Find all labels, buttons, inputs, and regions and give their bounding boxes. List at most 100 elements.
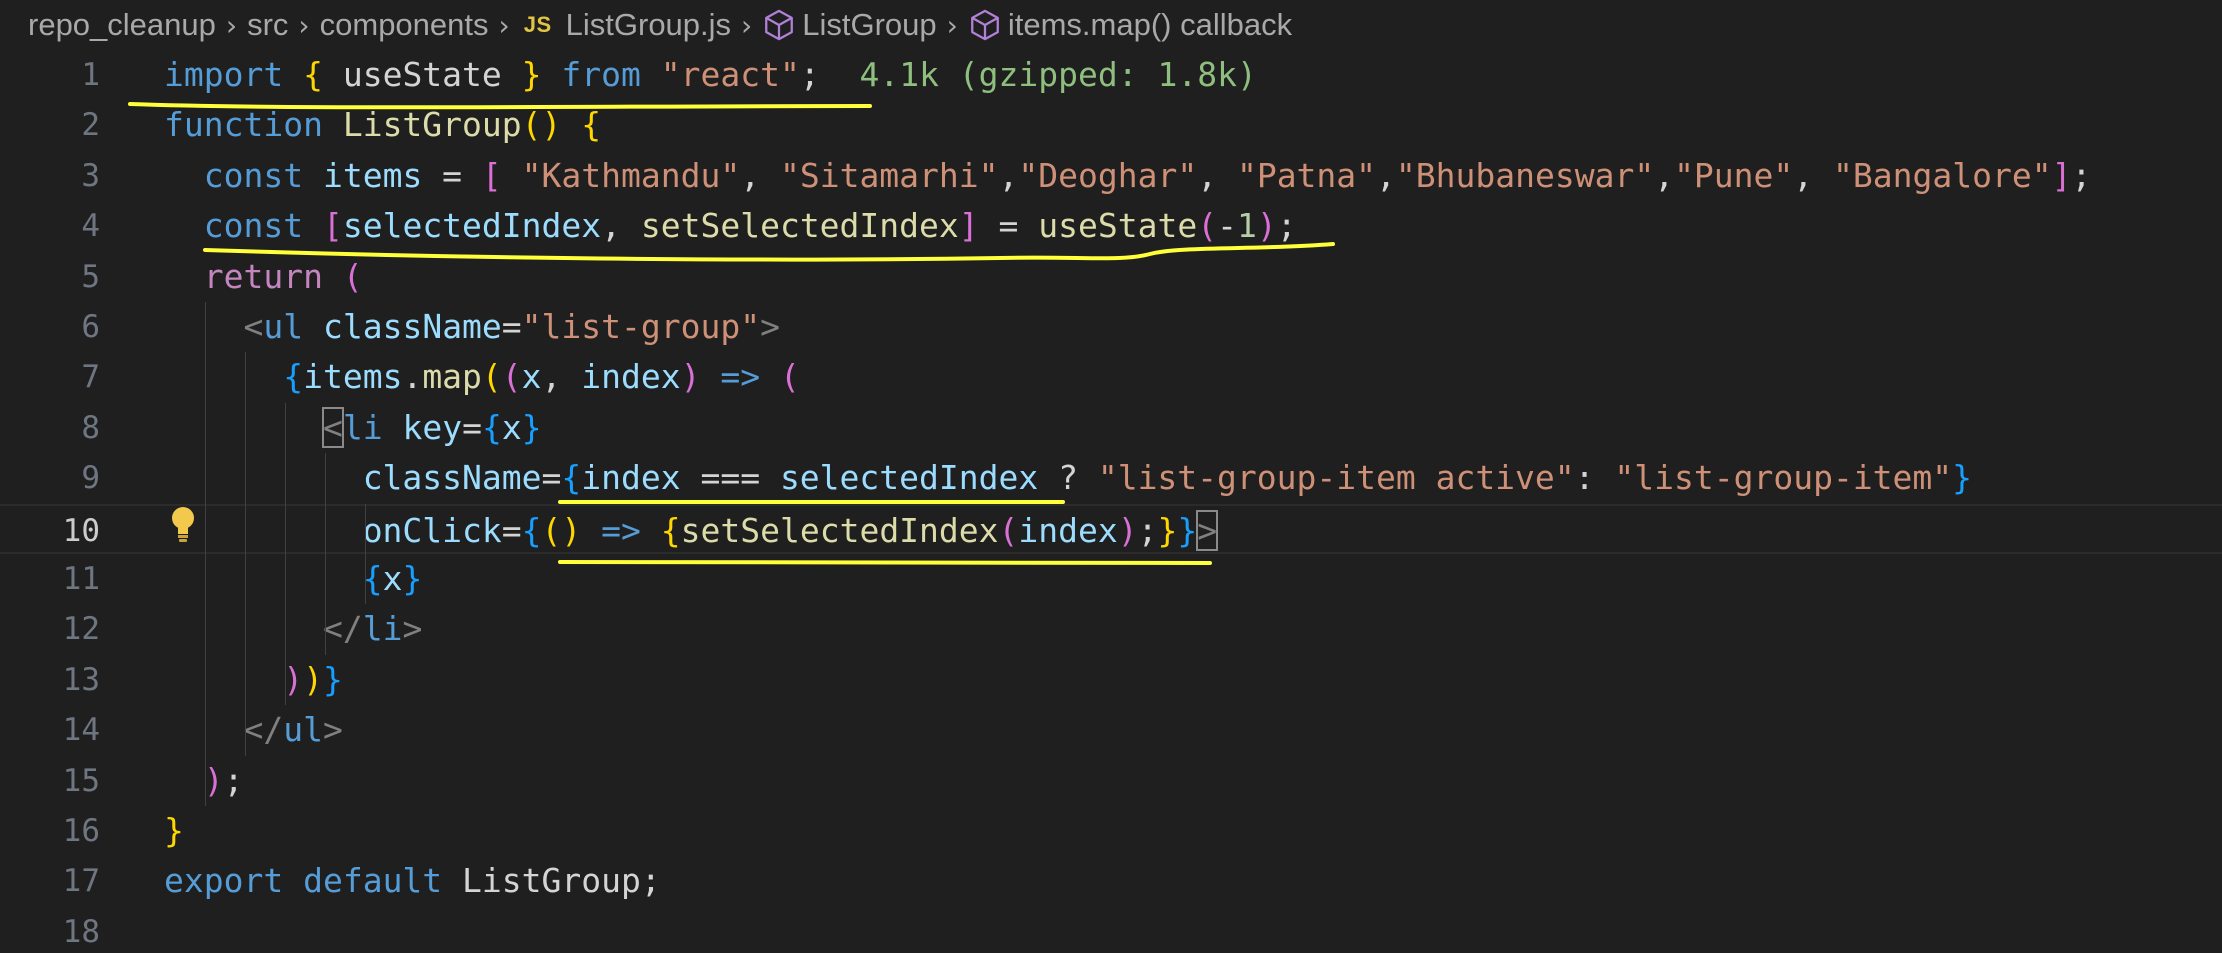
code-text[interactable]: className={index === selectedIndex ? "li… xyxy=(164,453,1972,503)
code-token: ; xyxy=(2071,155,2092,195)
line-number: 1 xyxy=(81,57,100,93)
code-token: useState xyxy=(322,55,522,94)
code-token: from xyxy=(561,55,641,94)
code-token: ( xyxy=(780,357,800,397)
code-token: = xyxy=(541,458,562,498)
code-line[interactable]: 11 {x} xyxy=(0,554,2222,604)
code-text[interactable]: ))} xyxy=(164,655,343,705)
code-token: { xyxy=(660,510,681,550)
line-number: 5 xyxy=(81,258,100,295)
code-line[interactable]: 8 <li key={x} xyxy=(0,403,2222,453)
code-text[interactable]: export default ListGroup; xyxy=(164,856,661,906)
indent-guide xyxy=(365,503,366,605)
code-line[interactable]: 18 xyxy=(0,907,2222,953)
code-text[interactable]: import { useState } from "react"; 4.1k (… xyxy=(164,50,1257,100)
code-token: ; xyxy=(640,861,661,901)
code-text[interactable]: <li key={x} xyxy=(164,403,542,453)
code-token: index xyxy=(581,357,681,397)
code-text[interactable]: const [selectedIndex, setSelectedIndex] … xyxy=(164,201,1297,251)
code-line[interactable]: 7 {items.map((x, index) => ( xyxy=(0,352,2222,402)
code-line[interactable]: 3 const items = [ "Kathmandu", "Sitamarh… xyxy=(0,151,2222,201)
code-line[interactable]: 1 import { useState } from "react"; 4.1k … xyxy=(0,50,2222,100)
code-line[interactable]: 6 <ul className="list-group"> xyxy=(0,302,2222,352)
code-token: useState xyxy=(1038,206,1198,246)
line-number: 2 xyxy=(81,107,100,144)
breadcrumb-separator: › xyxy=(741,8,753,42)
code-line[interactable]: 9 className={index === selectedIndex ? "… xyxy=(0,453,2222,503)
breadcrumb: repo_cleanup › src › components › JS ListGroup.… xyxy=(28,0,1292,50)
code-line[interactable]: 14 </ul> xyxy=(0,705,2222,755)
line-number: 10 xyxy=(62,512,100,549)
code-token: , xyxy=(541,357,582,397)
breadcrumb-item[interactable]: components xyxy=(320,7,489,43)
code-line[interactable]: 15 ); xyxy=(0,756,2222,806)
line-number: 15 xyxy=(62,762,100,799)
indent-guide xyxy=(325,453,326,655)
code-token: ; xyxy=(1276,206,1297,246)
breadcrumb-label: items.map() callback xyxy=(1007,7,1293,42)
code-token: { xyxy=(481,407,502,447)
code-text[interactable]: {items.map((x, index) => ( xyxy=(164,352,800,402)
code-line[interactable]: 10 onClick={() => {setSelectedIndex(inde… xyxy=(0,503,2222,556)
code-token: ) xyxy=(283,659,304,699)
lightbulb-icon[interactable] xyxy=(168,504,198,544)
code-token: => xyxy=(720,357,761,397)
code-line[interactable]: 4 const [selectedIndex, setSelectedIndex… xyxy=(0,201,2222,251)
code-token: , xyxy=(601,206,641,246)
code-text[interactable]: } xyxy=(164,806,184,856)
line-number: 13 xyxy=(62,661,100,698)
breadcrumb-label: ListGroup xyxy=(802,7,937,42)
breadcrumb-label: repo_cleanup xyxy=(28,7,216,42)
code-token: ) xyxy=(1256,206,1277,246)
code-token: ] xyxy=(958,206,979,246)
code-text[interactable]: </li> xyxy=(164,604,422,654)
code-token: "Pune" xyxy=(1674,155,1794,195)
code-token: li xyxy=(362,609,403,649)
code-token: setSelectedIndex xyxy=(680,510,999,550)
breadcrumb-item[interactable]: repo_cleanup xyxy=(28,7,216,43)
code-line[interactable]: 13 ))} xyxy=(0,655,2222,705)
code-token: ) xyxy=(1117,510,1138,550)
code-token: < xyxy=(321,406,344,448)
code-text[interactable]: const items = [ "Kathmandu", "Sitamarhi"… xyxy=(164,151,2092,201)
code-token: items xyxy=(322,155,423,195)
code-text[interactable]: function ListGroup() { xyxy=(164,100,601,150)
code-text[interactable]: return ( xyxy=(164,252,363,302)
line-number: 4 xyxy=(81,208,100,245)
code-token: key xyxy=(402,407,463,447)
code-token: x xyxy=(521,357,542,397)
code-line[interactable]: 12 </li> xyxy=(0,604,2222,654)
breadcrumb-separator: › xyxy=(225,8,238,42)
code-token: : xyxy=(1574,458,1615,498)
code-line[interactable]: 16} xyxy=(0,806,2222,856)
code-text[interactable]: <ul className="list-group"> xyxy=(164,302,779,352)
code-token: import xyxy=(164,55,284,94)
breadcrumb-item[interactable]: JS ListGroup.js xyxy=(520,7,731,43)
code-text[interactable]: </ul> xyxy=(164,705,342,755)
code-line[interactable]: 2 function ListGroup() { xyxy=(0,100,2222,150)
code-token: "Bangalore" xyxy=(1833,155,2052,195)
code-token: ul xyxy=(283,710,323,750)
code-line[interactable]: 17 export default ListGroup; xyxy=(0,856,2222,906)
code-token: ( xyxy=(998,510,1019,550)
editor-pane[interactable]: 1 import { useState } from "react"; 4.1k … xyxy=(0,50,2222,953)
code-token: default xyxy=(303,861,443,901)
breadcrumb-item[interactable]: ListGroup xyxy=(762,7,937,43)
code-token: "Deoghar" xyxy=(1018,155,1198,195)
code-line[interactable]: 5 return ( xyxy=(0,252,2222,302)
code-text[interactable]: ); xyxy=(164,756,244,806)
code-text[interactable]: {x} xyxy=(164,554,423,604)
breadcrumb-item[interactable]: src xyxy=(247,7,288,43)
breadcrumb-item[interactable]: items.map() callback xyxy=(968,7,1292,43)
code-token: const xyxy=(203,206,304,246)
code-text[interactable]: onClick={() => {setSelectedIndex(index);… xyxy=(164,506,1219,556)
